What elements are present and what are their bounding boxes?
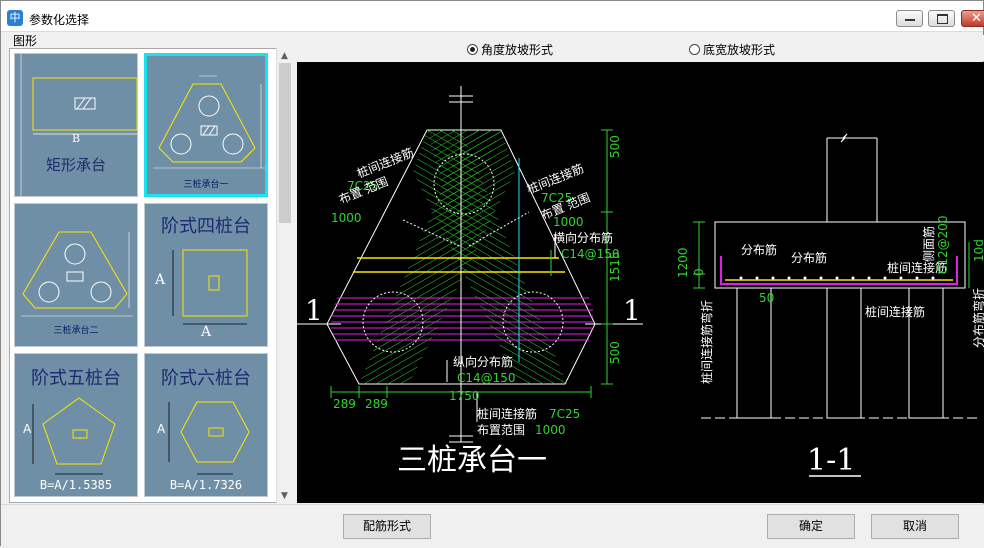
right-vert-label: 分布筋弯折: [971, 288, 984, 348]
left-vert-label: 桩间连接筋弯折: [699, 300, 714, 384]
footer-bar: 配筋形式 确定 取消: [1, 504, 984, 548]
rebar-form-button[interactable]: 配筋形式: [343, 514, 431, 539]
five-pile-preview: [32, 397, 116, 475]
thumb-label: 三桩承台一: [183, 180, 229, 190]
dim-a-bottom: A: [200, 324, 212, 340]
dim-a-left: A: [157, 422, 166, 436]
bot-range-label: 布置范围: [477, 423, 525, 437]
drawing-svg: 桩间连接筋 7C25 布置 范围 1000 桩间连接筋 7C25 布置 范围 1…: [297, 86, 984, 478]
scroll-thumb[interactable]: [279, 63, 291, 223]
thumb-stepped-five-pile[interactable]: 阶式五桩台 A B=A/1.5385: [14, 353, 138, 497]
maximize-button[interactable]: [928, 10, 955, 27]
section-mark-left: 1: [305, 294, 323, 327]
dim-500-bottom: 500: [608, 341, 622, 364]
radio-unchecked-icon: [689, 44, 700, 55]
section-view: [693, 133, 981, 477]
maximize-icon: [937, 14, 948, 24]
title-bar: 中 参数化选择 ✕: [1, 1, 984, 32]
formula-label: B=A/1.5385: [39, 478, 113, 492]
shape-group-label: 图形: [13, 34, 38, 48]
ok-button[interactable]: 确定: [767, 514, 855, 539]
dim-500-top: 500: [608, 135, 622, 158]
trans-dist-label: 横向分布筋: [553, 230, 613, 245]
thumb-rect-cap[interactable]: B 矩形承台: [14, 53, 138, 197]
cancel-button[interactable]: 取消: [871, 514, 959, 539]
dim-50: 50: [759, 291, 774, 305]
close-icon: ✕: [971, 11, 982, 26]
minimize-button[interactable]: [896, 10, 923, 27]
thumb-three-pile-cap-2[interactable]: 三桩承台二: [14, 203, 138, 347]
dim-289-b: 289: [365, 397, 388, 411]
side-rebar-spec: C12@200: [936, 215, 950, 274]
shape-gallery: B 矩形承台 三桩承台一 三桩承台二 阶式四桩台 A A 阶式五桩台 A B=A…: [9, 48, 293, 503]
dist-label-1: 分布筋: [741, 242, 777, 257]
gallery-scrollbar[interactable]: ▲ ▼: [276, 48, 293, 503]
radio-width-slope[interactable]: 底宽放坡形式: [689, 41, 775, 58]
app-icon: 中: [7, 10, 23, 26]
dist-label-2: 分布筋: [791, 250, 827, 265]
range-right-value: 1000: [553, 215, 584, 229]
section-title: 1-1: [807, 443, 855, 478]
drawing-canvas: 桩间连接筋 7C25 布置 范围 1000 桩间连接筋 7C25 布置 范围 1…: [297, 62, 984, 503]
dim-right: 10d: [972, 239, 984, 262]
bot-range-value: 1000: [535, 423, 566, 437]
slope-mode-options: 角度放坡形式 底宽放坡形式: [297, 35, 984, 61]
radio-width-label: 底宽放坡形式: [703, 43, 776, 57]
dim-1200: 1200: [676, 247, 690, 278]
thumb-three-pile-cap-1[interactable]: 三桩承台一: [144, 53, 268, 197]
radio-checked-icon: [467, 44, 478, 55]
rect-cap-preview: [20, 54, 137, 196]
dim-289-a: 289: [333, 397, 356, 411]
dim-a-left: A: [23, 422, 32, 436]
plan-title: 三桩承台一: [397, 443, 547, 478]
formula-label: B=A/1.7326: [169, 478, 243, 492]
scroll-down-icon[interactable]: ▼: [281, 491, 288, 501]
long-dist-spec: C14@150: [457, 371, 516, 385]
link-bottom-label: 桩间连接筋: [865, 304, 925, 319]
scroll-up-icon[interactable]: ▲: [281, 51, 288, 61]
section-labels: 分布筋 分布筋 桩间连接筋 桩间连接筋 侧面筋 C12@200 桩间连接筋弯折 …: [676, 215, 984, 478]
radio-angle-label: 角度放坡形式: [481, 43, 554, 57]
bot-link-spec: 7C25: [549, 407, 580, 421]
long-dist-label: 纵向分布筋: [453, 354, 513, 369]
thumb-label: 三桩承台二: [53, 326, 99, 336]
window-title: 参数化选择: [29, 13, 90, 27]
dim-1750: 1750: [449, 389, 480, 403]
rect-dim-b: B: [71, 132, 81, 145]
range-left-value: 1000: [331, 211, 362, 225]
thumb-stepped-six-pile[interactable]: 阶式六桩台 A B=A/1.7326: [144, 353, 268, 497]
dim-0: 0: [692, 268, 706, 276]
section-mark-right: 1: [623, 294, 641, 327]
close-button[interactable]: ✕: [961, 10, 984, 27]
radio-angle-slope[interactable]: 角度放坡形式: [467, 41, 553, 58]
dim-1515: 1515: [608, 251, 622, 282]
side-rebar-label: 侧面筋: [921, 226, 936, 262]
dialog-window: 中 参数化选择 ✕ 图形 B 矩形承台 三桩承台一 三桩承台二 阶式四桩台 A …: [0, 0, 984, 548]
bot-link-label: 桩间连接筋: [477, 406, 537, 421]
dim-a-left: A: [155, 272, 166, 288]
minimize-icon: [905, 19, 915, 21]
three-pile-preview: [153, 75, 265, 169]
thumb-label: 矩形承台: [45, 156, 106, 174]
thumb-stepped-four-pile[interactable]: 阶式四桩台 A A: [144, 203, 268, 347]
